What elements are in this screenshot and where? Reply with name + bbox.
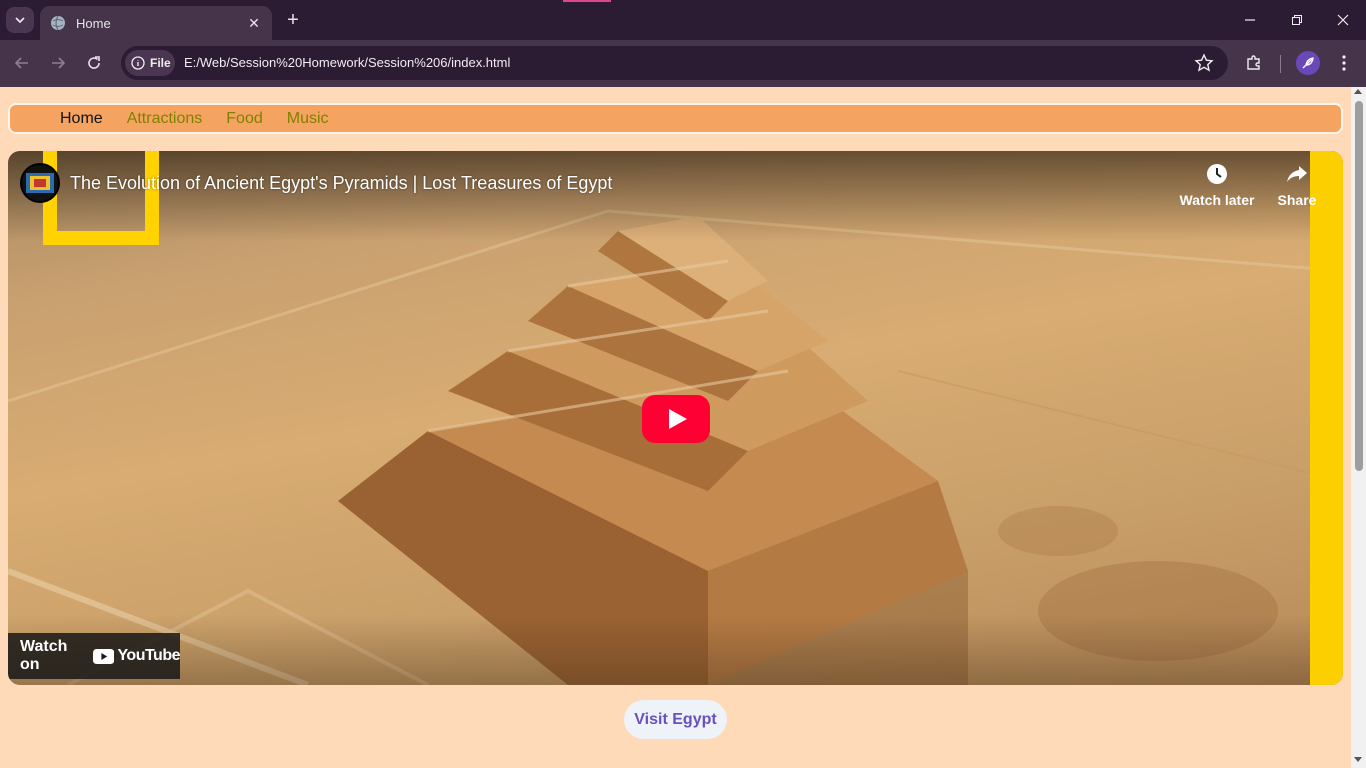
url-text[interactable]: E:/Web/Session%20Homework/Session%206/in…: [184, 55, 510, 70]
menu-button[interactable]: [1330, 49, 1358, 77]
page-scrollbar[interactable]: [1351, 87, 1366, 768]
new-tab-button[interactable]: +: [282, 8, 304, 32]
tab-search-button[interactable]: [6, 7, 34, 33]
reload-icon: [88, 56, 100, 69]
nav-link-attractions[interactable]: Attractions: [127, 110, 203, 128]
kebab-menu-icon: [1342, 55, 1346, 71]
forward-button[interactable]: [44, 49, 72, 77]
extensions-button[interactable]: [1240, 49, 1268, 77]
share-arrow-icon: [1287, 166, 1307, 182]
youtube-logo-icon: [93, 648, 115, 664]
natgeo-yellow-border: [43, 151, 159, 245]
scroll-up-arrow-icon[interactable]: [1354, 89, 1362, 94]
video-bottom-overlay: [8, 615, 1343, 685]
site-info-chip[interactable]: File: [125, 50, 175, 76]
site-info-label: File: [150, 56, 171, 70]
site-navbar: Home Attractions Food Music: [8, 103, 1343, 134]
restore-button[interactable]: [1283, 6, 1311, 34]
watch-on-label: Watch on: [20, 638, 68, 673]
share-button[interactable]: Share: [1257, 163, 1337, 208]
browser-tab[interactable]: Home ✕: [40, 6, 272, 40]
bookmark-star-icon[interactable]: [1194, 53, 1214, 73]
tab-strip-accent: [563, 0, 611, 2]
channel-logo-icon: [26, 173, 54, 193]
visit-egypt-button[interactable]: Visit Egypt: [624, 700, 727, 739]
natgeo-yellow-bar: [1310, 151, 1343, 685]
video-title[interactable]: The Evolution of Ancient Egypt's Pyramid…: [70, 173, 612, 194]
arrow-right-icon: [52, 57, 66, 69]
minimize-button[interactable]: [1236, 6, 1264, 34]
info-icon: [131, 56, 145, 70]
scrollbar-thumb[interactable]: [1355, 101, 1363, 471]
nav-link-music[interactable]: Music: [287, 110, 329, 128]
close-window-button[interactable]: [1329, 6, 1357, 34]
tab-title: Home: [76, 15, 111, 31]
clock-icon: [1207, 164, 1227, 184]
play-button-icon[interactable]: [642, 395, 710, 443]
share-label: Share: [1277, 192, 1317, 208]
toolbar-separator: [1280, 55, 1281, 73]
channel-avatar[interactable]: [20, 163, 60, 203]
close-icon: [1337, 14, 1349, 26]
nav-link-home[interactable]: Home: [60, 110, 103, 128]
globe-icon: [51, 15, 65, 31]
browser-tab-strip: Home ✕ +: [0, 0, 1366, 40]
arrow-left-icon: [14, 57, 28, 69]
address-bar[interactable]: File E:/Web/Session%20Homework/Session%2…: [121, 46, 1228, 80]
puzzle-icon: [1247, 55, 1260, 70]
watch-on-youtube-button[interactable]: Watch on YouTube: [8, 633, 180, 679]
watch-later-button[interactable]: Watch later: [1177, 163, 1257, 208]
browser-toolbar: File E:/Web/Session%20Homework/Session%2…: [0, 40, 1366, 87]
chevron-down-icon: [15, 17, 25, 24]
video-top-overlay: [8, 151, 1343, 241]
reload-button[interactable]: [80, 49, 108, 77]
nav-link-food[interactable]: Food: [226, 110, 262, 128]
scroll-down-arrow-icon[interactable]: [1354, 757, 1362, 762]
back-button[interactable]: [8, 49, 36, 77]
youtube-embed[interactable]: The Evolution of Ancient Egypt's Pyramid…: [8, 151, 1343, 685]
youtube-wordmark: YouTube: [117, 647, 180, 664]
profile-avatar[interactable]: [1296, 51, 1320, 75]
restore-icon: [1292, 15, 1302, 25]
watch-later-label: Watch later: [1179, 192, 1255, 208]
feather-icon: [1302, 57, 1314, 69]
page-content: Home Attractions Food Music The Evolutio…: [0, 87, 1351, 768]
minimize-icon: [1245, 19, 1255, 21]
tab-close-icon[interactable]: ✕: [246, 15, 262, 32]
